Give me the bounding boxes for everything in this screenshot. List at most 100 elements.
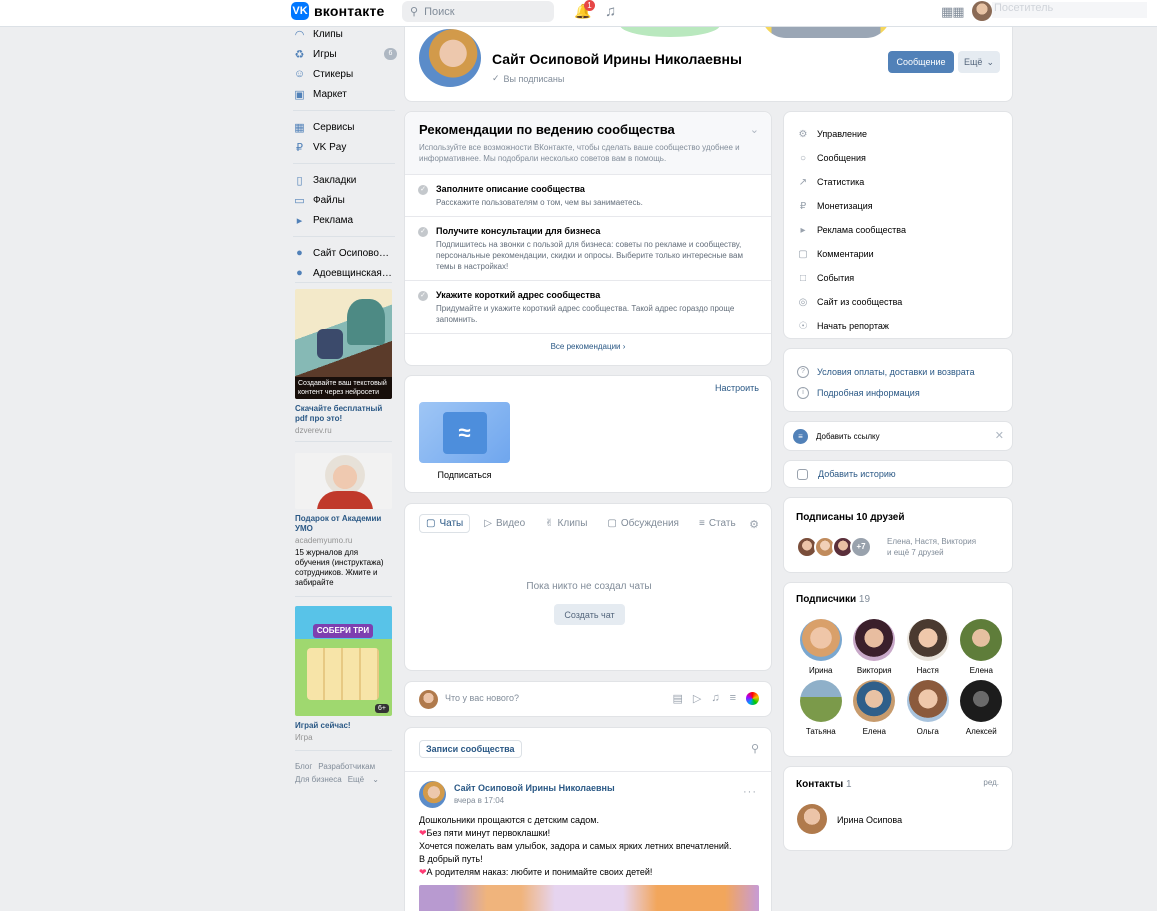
ad-image[interactable]: СОБЕРИ ТРИ 6+ <box>295 606 392 716</box>
edit-contacts-link[interactable]: ред. <box>983 778 999 787</box>
subscriber[interactable]: Ольга <box>901 680 955 736</box>
contact-avatar[interactable] <box>797 804 827 834</box>
post-image[interactable] <box>419 885 759 911</box>
widget-settings-link[interactable]: Настроить <box>715 383 759 393</box>
footer-link-blog[interactable]: Блог <box>295 762 312 771</box>
search-icon: ⚲ <box>410 6 419 18</box>
recommendation-item[interactable]: ✓ Получите консультации для бизнеса Подп… <box>405 217 771 281</box>
nav-item-group-osipova[interactable]: ●Сайт Осиповой Ирины Николаевны <box>293 243 397 263</box>
subscription-state[interactable]: ✓ Вы подписаны <box>492 73 564 84</box>
contact-name[interactable]: Ирина Осипова <box>837 815 902 825</box>
group-avatar[interactable] <box>417 27 483 89</box>
composer-input[interactable]: Что у вас нового? <box>445 693 519 703</box>
all-recommendations-link[interactable]: Все рекомендации › <box>405 334 771 351</box>
search-input[interactable]: ⚲ Поиск <box>402 1 554 22</box>
menu-item-monetization[interactable]: ₽ Монетизация <box>784 194 1012 218</box>
music-icon[interactable]: ♫ <box>605 3 616 20</box>
gamepad-icon: ♻ <box>294 48 305 61</box>
menu-item-broadcast[interactable]: ☉ Начать репортаж <box>784 314 1012 338</box>
user-avatar[interactable] <box>972 1 992 21</box>
nav-item-ads[interactable]: ▸ Реклама <box>293 210 397 230</box>
subscriber[interactable]: Елена <box>955 619 1009 675</box>
subscribers-title[interactable]: Подписчики 19 <box>796 594 870 605</box>
ad-image[interactable] <box>295 453 392 509</box>
ad-title[interactable]: Скачайте бесплатный pdf про это! <box>295 404 392 424</box>
tab-discussions[interactable]: ▢ Обсуждения <box>601 515 685 532</box>
ad-neural[interactable]: Создавайте ваш текстовый контент через н… <box>295 289 392 435</box>
subscriber[interactable]: Татьяна <box>794 680 848 736</box>
nav-item-files[interactable]: ▭ Файлы <box>293 190 397 210</box>
menu-item-manage[interactable]: ⚙ Управление <box>784 122 1012 146</box>
search-icon[interactable]: ⚲ <box>751 742 759 755</box>
collapse-chevron-icon[interactable]: ⌄ <box>750 123 759 136</box>
article-icon[interactable]: ≡ <box>730 692 736 705</box>
subscriber[interactable]: Ирина <box>794 619 848 675</box>
tab-articles[interactable]: ≡ Стать <box>693 515 742 532</box>
ad-title[interactable]: Подарок от Академии УМО <box>295 514 392 534</box>
video-icon[interactable]: ▷ <box>693 692 701 705</box>
nav-item-vkpay[interactable]: ₽ VK Pay <box>293 137 397 157</box>
menu-item-community-ads[interactable]: ▸ Реклама сообщества <box>784 218 1012 242</box>
management-menu: ⚙ Управление ○ Сообщения ↗ Статистика ₽ Моне… <box>783 111 1013 339</box>
camera-icon[interactable]: ▤ <box>672 692 682 705</box>
ad-image[interactable]: Создавайте ваш текстовый контент через н… <box>295 289 392 399</box>
tab-clips[interactable]: ✌ Клипы <box>539 515 593 532</box>
nav-item-services[interactable]: ▦ Сервисы <box>293 117 397 137</box>
post-composer[interactable]: Что у вас нового? ▤ ▷ ♫ ≡ <box>404 681 772 717</box>
post-timestamp[interactable]: вчера в 17:04 <box>454 796 504 805</box>
recommendation-item[interactable]: ✓ Заполните описание сообщества Расскажи… <box>405 175 771 217</box>
friends-title[interactable]: Подписаны 10 друзей <box>796 512 905 523</box>
chevron-right-icon: › <box>622 342 626 351</box>
more-button[interactable]: Ещё ⌄ <box>958 51 1000 73</box>
more-dots-icon[interactable]: ··· <box>743 786 757 798</box>
contacts-title[interactable]: Контакты 1 <box>796 779 852 790</box>
subscriber[interactable]: Алексей <box>955 680 1009 736</box>
nav-item-group-school[interactable]: ●Адоевщинская начальная школа <box>293 263 397 283</box>
apps-grid-icon[interactable]: ▦▦ <box>941 4 965 20</box>
payment-terms-link[interactable]: ? Условия оплаты, доставки и возврата <box>784 361 1012 382</box>
friends-subscribed-card[interactable]: Подписаны 10 друзей +7 Елена, Настя, Вик… <box>783 497 1013 573</box>
music-icon[interactable]: ♫ <box>711 692 719 705</box>
menu-item-events[interactable]: □ События <box>784 266 1012 290</box>
menu-item-comments[interactable]: ▢ Комментарии <box>784 242 1012 266</box>
tab-video[interactable]: ▷ Видео <box>478 515 531 532</box>
question-icon: ? <box>797 365 809 378</box>
user-name[interactable]: Посетитель <box>992 2 1147 18</box>
footer-link-more[interactable]: Ещё ⌄ <box>348 775 385 784</box>
notifications-button[interactable]: 🔔 1 <box>574 0 595 19</box>
subscribe-tile[interactable]: ≈ <box>419 402 510 463</box>
more-friends-badge[interactable]: +7 <box>850 536 872 558</box>
post-author[interactable]: Сайт Осиповой Ирины Николаевны <box>454 783 615 793</box>
ad-game[interactable]: СОБЕРИ ТРИ 6+ Играй сейчас! Игра <box>295 606 392 742</box>
subscriber[interactable]: Елена <box>848 680 902 736</box>
add-story-card[interactable]: Добавить историю <box>783 460 1013 488</box>
detailed-info-link[interactable]: i Подробная информация <box>784 382 1012 403</box>
nav-item-games[interactable]: ♻ Игры 6 <box>293 44 397 64</box>
close-icon[interactable]: ✕ <box>995 429 1004 442</box>
add-link-card[interactable]: ≡ Добавить ссылку ✕ <box>783 421 1013 451</box>
subscriber[interactable]: Настя <box>901 619 955 675</box>
menu-item-site[interactable]: ◎ Сайт из сообщества <box>784 290 1012 314</box>
link-list-icon: ≡ <box>793 429 808 444</box>
color-palette-icon[interactable] <box>746 692 759 705</box>
nav-item-bookmarks[interactable]: ▯ Закладки <box>293 170 397 190</box>
tab-community-posts[interactable]: Записи сообщества <box>419 740 522 758</box>
create-chat-button[interactable]: Создать чат <box>554 604 625 625</box>
nav-item-stickers[interactable]: ☺ Стикеры <box>293 64 397 84</box>
menu-item-stats[interactable]: ↗ Статистика <box>784 170 1012 194</box>
vk-logo[interactable]: VK вконтакте <box>291 2 385 20</box>
message-button[interactable]: Сообщение <box>888 51 954 73</box>
post-author-avatar[interactable] <box>419 781 446 808</box>
tab-chats[interactable]: ▢ Чаты <box>419 514 471 533</box>
nav-item-market[interactable]: ▣ Маркет <box>293 84 397 104</box>
menu-item-messages[interactable]: ○ Сообщения <box>784 146 1012 170</box>
gear-icon[interactable]: ⚙ <box>749 518 759 531</box>
subscriber[interactable]: Виктория <box>848 619 902 675</box>
footer-link-business[interactable]: Для бизнеса <box>295 775 342 784</box>
nav-item-clips[interactable]: ◠ Клипы <box>293 24 397 44</box>
ad-academy[interactable]: Подарок от Академии УМО academyumo.ru 15… <box>295 453 392 588</box>
footer-link-developers[interactable]: Разработчикам <box>318 762 375 771</box>
recommendation-item[interactable]: ✓ Укажите короткий адрес сообщества Прид… <box>405 281 771 334</box>
ad-title[interactable]: Играй сейчас! <box>295 721 392 731</box>
cover-decor <box>620 27 720 37</box>
